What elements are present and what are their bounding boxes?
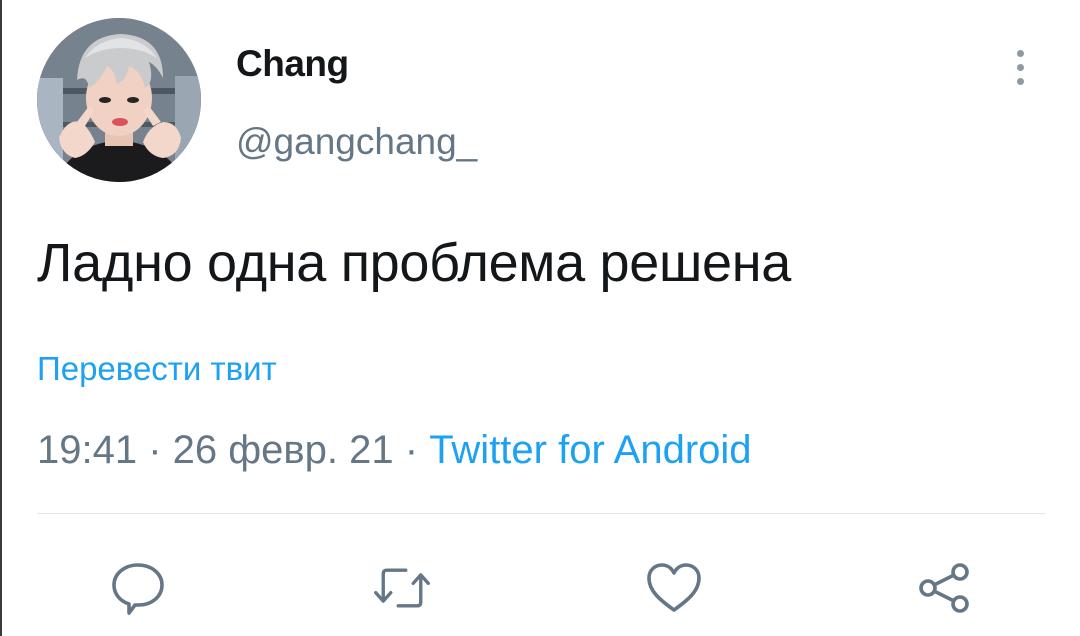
reply-button[interactable] bbox=[108, 558, 168, 618]
share-icon bbox=[919, 563, 969, 613]
more-options-icon-dot bbox=[1016, 63, 1024, 71]
tweet-time: 19:41 bbox=[37, 428, 138, 472]
tweet-meta: 19:41 · 26 февр. 21 · Twitter for Androi… bbox=[37, 424, 752, 476]
left-edge bbox=[0, 0, 2, 636]
tweet-text: Ладно одна проблема решена bbox=[37, 233, 792, 293]
reply-icon bbox=[112, 563, 164, 615]
meta-separator: · bbox=[393, 428, 430, 472]
retweet-icon bbox=[374, 568, 430, 608]
tweet-source-link[interactable]: Twitter for Android bbox=[429, 428, 751, 472]
avatar[interactable] bbox=[37, 18, 201, 182]
more-options-icon bbox=[1016, 49, 1024, 57]
like-button[interactable] bbox=[644, 558, 704, 618]
translate-tweet-link[interactable]: Перевести твит bbox=[37, 348, 277, 390]
avatar-image bbox=[37, 18, 201, 182]
retweet-button[interactable] bbox=[372, 558, 432, 618]
display-name[interactable]: Chang bbox=[236, 40, 349, 88]
divider bbox=[37, 513, 1045, 514]
user-handle[interactable]: @gangchang_ bbox=[236, 118, 477, 166]
meta-separator: · bbox=[137, 428, 173, 472]
more-options-icon-dot bbox=[1016, 77, 1024, 85]
tweet-date: 26 февр. 21 bbox=[172, 428, 394, 472]
share-button[interactable] bbox=[914, 558, 974, 618]
heart-icon bbox=[647, 563, 701, 612]
more-options-button[interactable] bbox=[1004, 40, 1036, 94]
